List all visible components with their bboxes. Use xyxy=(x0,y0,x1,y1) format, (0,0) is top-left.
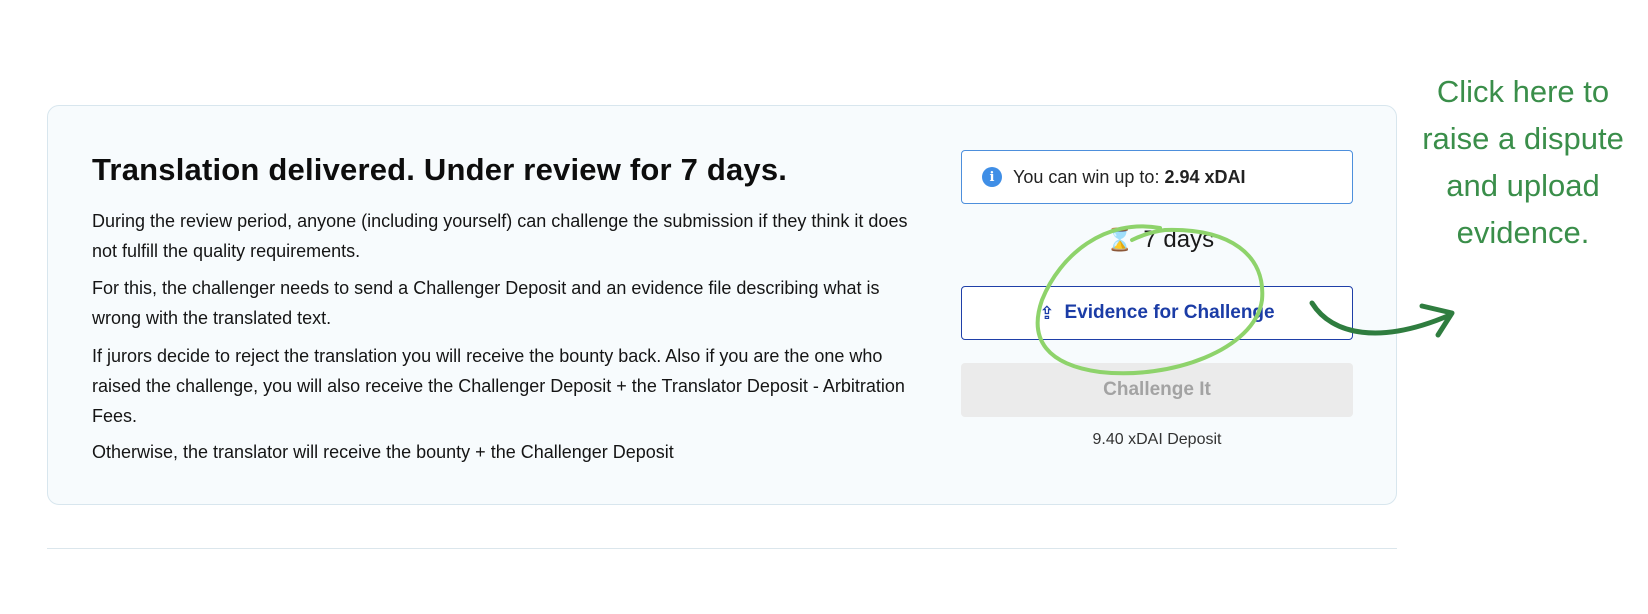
jurors-info-text: If jurors decide to reject the translati… xyxy=(92,346,905,426)
upload-icon: ⇪ xyxy=(1039,302,1055,323)
annotation-arrowhead xyxy=(1419,303,1455,338)
deposit-amount: 9.40 xDAI Deposit xyxy=(1092,431,1222,448)
win-label: You can win up to: xyxy=(1013,166,1160,187)
timer-value: 7 days xyxy=(1143,226,1215,253)
page-title: Translation delivered. Under review for … xyxy=(92,152,788,187)
deposit-info-text: For this, the challenger needs to send a… xyxy=(92,278,880,328)
hourglass-icon: ⌛ xyxy=(1106,227,1134,252)
review-period-text: During the review period, anyone (includ… xyxy=(92,211,908,261)
review-card: Translation delivered. Under review for … xyxy=(47,105,1397,505)
info-icon: i xyxy=(982,167,1002,187)
countdown-timer: ⌛ 7 days xyxy=(1106,226,1214,254)
win-info-box: i You can win up to: 2.94 xDAI xyxy=(961,150,1353,204)
challenge-button-label: Challenge It xyxy=(1103,379,1211,400)
otherwise-text: Otherwise, the translator will receive t… xyxy=(92,442,674,462)
evidence-for-challenge-button[interactable]: ⇪ Evidence for Challenge xyxy=(961,286,1353,340)
win-amount: 2.94 xDAI xyxy=(1164,166,1246,187)
annotation-text: Click here to raise a dispute and upload… xyxy=(1422,74,1624,250)
challenge-it-button[interactable]: Challenge It xyxy=(961,363,1353,417)
divider xyxy=(47,548,1397,549)
evidence-button-label: Evidence for Challenge xyxy=(1064,302,1275,323)
